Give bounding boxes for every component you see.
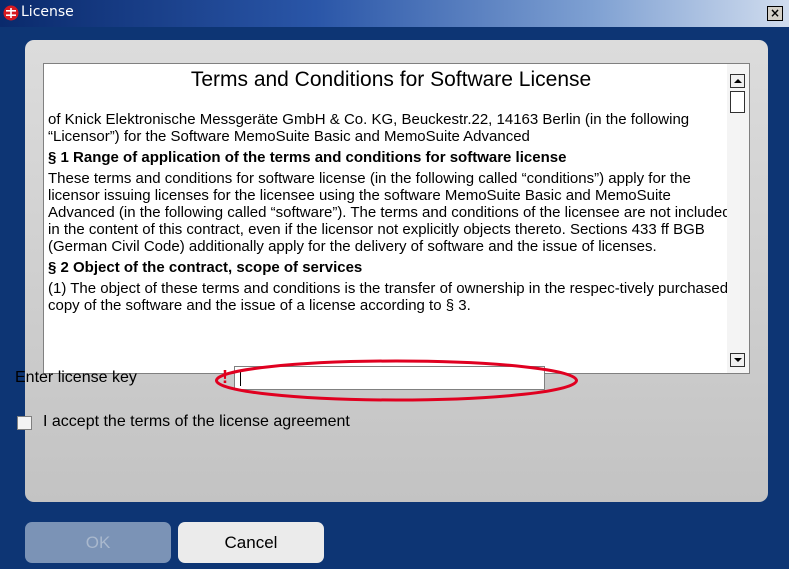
license-paragraph: of Knick Elektronische Messgeräte GmbH &… [48,111,690,145]
scroll-down-button[interactable] [730,353,745,367]
license-paragraph: These terms and conditions for software … [48,170,731,255]
license-key-input[interactable] [234,366,545,390]
license-heading: Terms and Conditions for Software Licens… [190,68,592,91]
required-warning-icon: ! [222,367,228,387]
vertical-scrollbar[interactable] [727,64,749,373]
content-panel: Terms and Conditions for Software Licens… [25,40,768,502]
title-bar: License × [0,0,789,27]
close-icon: × [769,6,781,20]
arrow-down-icon [734,358,742,362]
arrow-up-icon [734,79,742,83]
license-dialog: License × Terms and Conditions for Softw… [0,0,789,569]
section-heading: § 2 Object of the contract, scope of ser… [48,259,363,276]
license-paragraph: (1) The object of these terms and condit… [48,280,729,314]
text-caret [240,370,241,386]
cancel-button[interactable]: Cancel [178,522,324,563]
window-title: License [21,4,74,20]
close-button[interactable]: × [767,6,783,21]
license-text: Terms and Conditions for Software Licens… [48,66,734,318]
license-text-area[interactable]: Terms and Conditions for Software Licens… [43,63,750,374]
app-icon [3,5,19,21]
license-key-label: Enter license key [15,369,137,386]
scroll-up-button[interactable] [730,74,745,88]
accept-terms-checkbox[interactable] [17,416,32,430]
section-heading: § 1 Range of application of the terms an… [48,149,567,166]
accept-terms-label[interactable]: I accept the terms of the license agreem… [43,413,350,431]
scroll-thumb[interactable] [730,91,745,113]
ok-button[interactable]: OK [25,522,171,563]
